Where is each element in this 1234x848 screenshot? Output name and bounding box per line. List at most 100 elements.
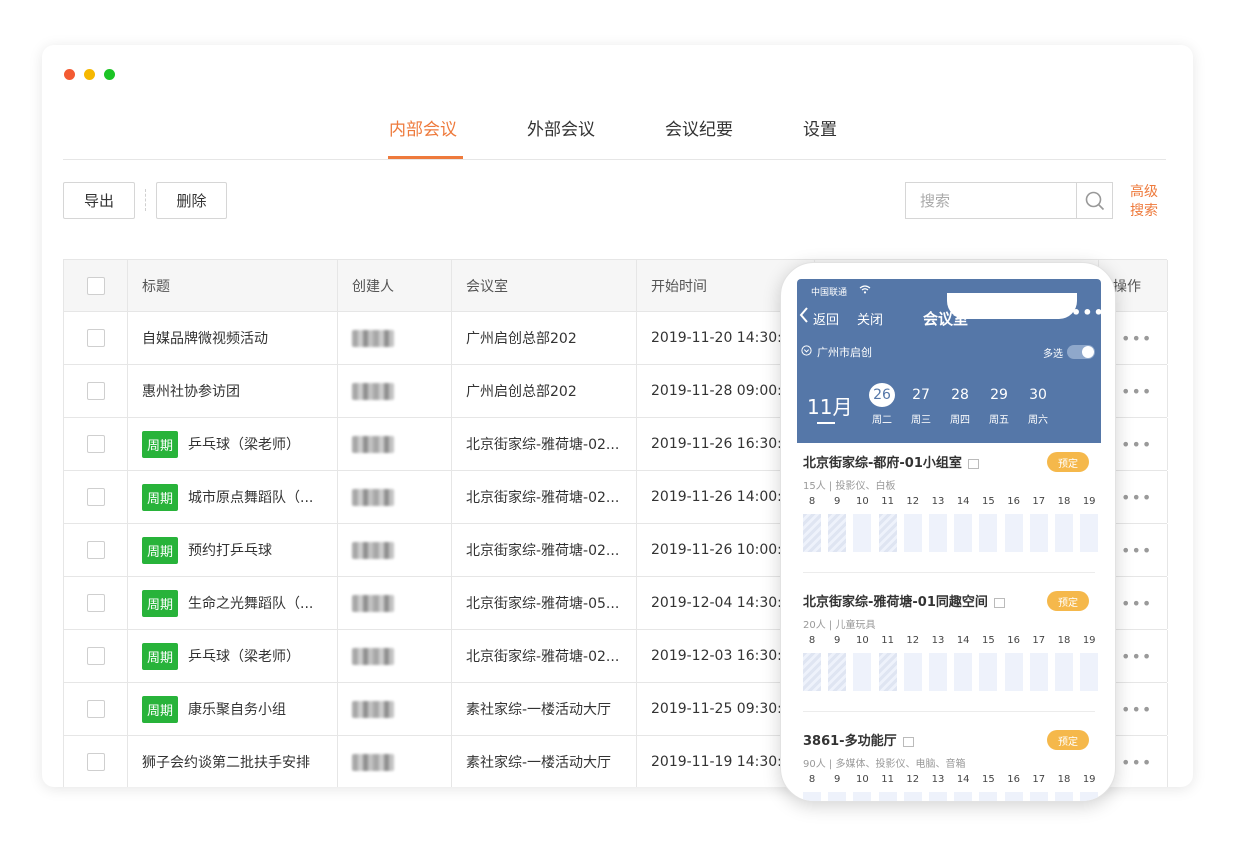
select-all-checkbox[interactable] bbox=[86, 276, 105, 295]
tab-2[interactable]: 外部会议 bbox=[527, 115, 595, 140]
row-checkbox[interactable] bbox=[86, 700, 105, 718]
location-selector[interactable]: 广州市启创 bbox=[817, 344, 872, 360]
close-button[interactable]: 关闭 bbox=[857, 309, 883, 328]
time-slot[interactable] bbox=[853, 792, 872, 801]
day-26[interactable]: 26 周二 bbox=[869, 383, 895, 426]
day-27[interactable]: 27 周三 bbox=[908, 383, 934, 426]
time-slot[interactable] bbox=[979, 514, 998, 552]
day-29[interactable]: 29 周五 bbox=[986, 383, 1012, 426]
multi-select-toggle[interactable] bbox=[1067, 345, 1095, 359]
room-name-text: 北京街家综-雅荷塘-01同趣空间 bbox=[803, 595, 988, 610]
time-slot[interactable] bbox=[1004, 514, 1023, 552]
time-slot[interactable] bbox=[828, 792, 847, 801]
meeting-title[interactable]: 康乐聚自务小组 bbox=[188, 699, 286, 719]
search-input[interactable] bbox=[906, 183, 1076, 218]
time-slot[interactable] bbox=[1029, 514, 1048, 552]
meeting-title[interactable]: 乒乓球（梁老师） bbox=[188, 646, 300, 666]
tab-3[interactable]: 会议纪要 bbox=[665, 115, 733, 140]
tab-4[interactable]: 设置 bbox=[803, 115, 837, 140]
time-slot[interactable] bbox=[929, 792, 947, 801]
time-slot[interactable] bbox=[1004, 792, 1023, 801]
time-slot[interactable] bbox=[828, 653, 847, 691]
time-slot[interactable] bbox=[979, 653, 998, 691]
back-chevron-icon[interactable] bbox=[799, 307, 809, 323]
time-slot[interactable] bbox=[979, 792, 998, 801]
meeting-title[interactable]: 自媒品牌微视频活动 bbox=[142, 328, 268, 348]
day-30[interactable]: 30 周六 bbox=[1025, 383, 1051, 426]
time-slot[interactable] bbox=[1004, 653, 1023, 691]
time-slot[interactable] bbox=[828, 514, 847, 552]
time-slot[interactable] bbox=[1080, 653, 1099, 691]
room-card[interactable]: 北京街家综-雅荷塘-01同趣空间 20人 | 儿童玩具 预定 8 9 10 11 12 13 14… bbox=[803, 591, 1099, 691]
hour-label: 8 bbox=[808, 774, 816, 785]
room-card[interactable]: 3861-多功能厅 90人 | 多媒体、投影仪、电脑、音箱 预定 8 9 10 11 12 13… bbox=[803, 730, 1099, 801]
time-slot[interactable] bbox=[803, 514, 821, 552]
more-icon[interactable]: ••• bbox=[1071, 303, 1105, 322]
book-button[interactable]: 预定 bbox=[1047, 452, 1089, 472]
time-slot[interactable] bbox=[853, 514, 872, 552]
more-icon[interactable]: ••• bbox=[1121, 541, 1152, 560]
row-checkbox[interactable] bbox=[86, 382, 105, 400]
time-slot[interactable] bbox=[903, 514, 922, 552]
more-icon[interactable]: ••• bbox=[1121, 435, 1152, 454]
row-checkbox[interactable] bbox=[86, 329, 105, 347]
advanced-search-link[interactable]: 高级搜索 bbox=[1124, 183, 1164, 221]
row-checkbox[interactable] bbox=[86, 753, 105, 771]
back-button[interactable]: 返回 bbox=[813, 309, 839, 328]
time-slot[interactable] bbox=[853, 653, 872, 691]
meeting-title[interactable]: 惠州社协参访团 bbox=[142, 381, 240, 401]
time-slot[interactable] bbox=[954, 653, 973, 691]
hour-label: 14 bbox=[956, 774, 970, 785]
row-checkbox[interactable] bbox=[86, 647, 105, 665]
delete-button[interactable]: 删除 bbox=[156, 182, 227, 219]
recurring-badge: 周期 bbox=[142, 589, 179, 617]
room-card[interactable]: 北京街家综-都府-01小组室 15人 | 投影仪、白板 预定 8 9 10 11 12 13 14… bbox=[803, 452, 1099, 552]
time-slot[interactable] bbox=[878, 792, 897, 801]
time-slot[interactable] bbox=[1055, 792, 1073, 801]
time-slot[interactable] bbox=[1029, 792, 1048, 801]
maximize-dot[interactable] bbox=[104, 69, 115, 80]
row-checkbox[interactable] bbox=[86, 594, 105, 612]
row-checkbox[interactable] bbox=[86, 435, 105, 453]
row-checkbox[interactable] bbox=[86, 488, 105, 506]
time-slot[interactable] bbox=[929, 514, 947, 552]
time-slot[interactable] bbox=[903, 653, 922, 691]
row-checkbox[interactable] bbox=[86, 541, 105, 559]
meeting-title[interactable]: 狮子会约谈第二批扶手安排 bbox=[142, 752, 310, 772]
time-slot[interactable] bbox=[954, 514, 973, 552]
time-slot[interactable] bbox=[903, 792, 922, 801]
hour-label: 15 bbox=[982, 774, 995, 785]
more-icon[interactable]: ••• bbox=[1121, 647, 1152, 666]
time-slot[interactable] bbox=[803, 792, 821, 801]
meeting-title[interactable]: 生命之光舞蹈队（... bbox=[188, 593, 313, 613]
recurring-badge: 周期 bbox=[142, 642, 179, 670]
day-28[interactable]: 28 周四 bbox=[947, 383, 973, 426]
meeting-title[interactable]: 城市原点舞蹈队（... bbox=[188, 487, 313, 507]
time-slot[interactable] bbox=[1055, 514, 1073, 552]
book-button[interactable]: 预定 bbox=[1047, 591, 1089, 611]
time-slot[interactable] bbox=[954, 792, 973, 801]
more-icon[interactable]: ••• bbox=[1121, 382, 1152, 401]
hour-label: 10 bbox=[856, 774, 869, 785]
search-button[interactable] bbox=[1076, 183, 1112, 218]
more-icon[interactable]: ••• bbox=[1121, 488, 1152, 507]
time-slot[interactable] bbox=[1080, 792, 1099, 801]
close-dot[interactable] bbox=[64, 69, 75, 80]
time-slot[interactable] bbox=[803, 653, 821, 691]
tab-1[interactable]: 内部会议 bbox=[389, 115, 457, 140]
export-button[interactable]: 导出 bbox=[63, 182, 135, 219]
time-slot[interactable] bbox=[1029, 653, 1048, 691]
minimize-dot[interactable] bbox=[84, 69, 95, 80]
more-icon[interactable]: ••• bbox=[1121, 594, 1152, 613]
time-slot[interactable] bbox=[878, 653, 897, 691]
more-icon[interactable]: ••• bbox=[1121, 329, 1152, 348]
book-button[interactable]: 预定 bbox=[1047, 730, 1089, 750]
time-slot[interactable] bbox=[929, 653, 947, 691]
meeting-title[interactable]: 乒乓球（梁老师） bbox=[188, 434, 300, 454]
time-slot[interactable] bbox=[878, 514, 897, 552]
time-slot[interactable] bbox=[1080, 514, 1099, 552]
more-icon[interactable]: ••• bbox=[1121, 753, 1152, 772]
more-icon[interactable]: ••• bbox=[1121, 700, 1152, 719]
meeting-title[interactable]: 预约打乒乓球 bbox=[188, 540, 272, 560]
time-slot[interactable] bbox=[1055, 653, 1073, 691]
